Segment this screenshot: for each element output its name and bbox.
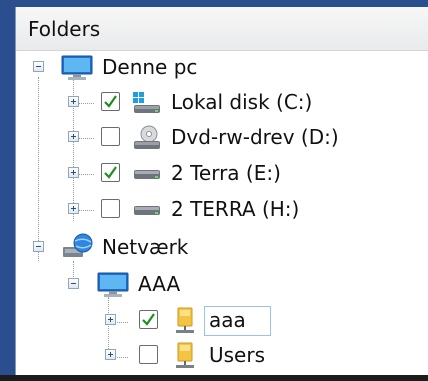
tree-line: [108, 297, 109, 357]
tree-line: [78, 138, 94, 139]
folders-header: Folders: [16, 7, 428, 51]
tree-node-label: 2 TERRA (H:): [171, 197, 300, 221]
window-bottom-edge: [0, 375, 428, 381]
expand-toggle[interactable]: [68, 203, 79, 214]
expand-toggle[interactable]: [105, 314, 116, 325]
expand-toggle[interactable]: [105, 349, 116, 360]
tree-node-label: Users: [209, 343, 266, 367]
share-aaa-checkbox[interactable]: [139, 310, 158, 329]
folders-panel: Folders Denne pc Lokal disk (C:) Dvd-rw-…: [15, 7, 428, 375]
tree-line: [78, 103, 94, 104]
tree-node-label: Denne pc: [102, 55, 198, 79]
tree-node-label: aaa: [209, 308, 246, 332]
drive-d-checkbox[interactable]: [101, 127, 120, 146]
monitor-icon: [97, 272, 129, 302]
tree-node-label: AAA: [138, 272, 181, 296]
drive-c-checkbox[interactable]: [101, 92, 120, 111]
tree-node-label: Netværk: [102, 235, 189, 259]
expand-toggle[interactable]: [68, 167, 79, 178]
windows-drive-icon: [132, 91, 162, 119]
collapse-toggle[interactable]: [33, 61, 44, 72]
dvd-drive-icon: [132, 125, 162, 155]
panel-title: Folders: [28, 17, 101, 41]
expand-toggle[interactable]: [68, 96, 79, 107]
tree-line: [114, 357, 128, 358]
tree-line: [114, 322, 128, 323]
network-folder-icon: [174, 342, 196, 374]
hard-drive-icon: [132, 166, 162, 186]
drive-h-checkbox[interactable]: [101, 199, 120, 218]
tree-line: [38, 77, 39, 261]
network-folder-icon: [174, 307, 196, 339]
collapse-toggle[interactable]: [33, 241, 44, 252]
monitor-icon: [61, 55, 93, 85]
tree-node-label: Lokal disk (C:): [171, 90, 313, 114]
tree-node-label: Dvd-rw-drev (D:): [171, 125, 339, 149]
share-users-checkbox[interactable]: [139, 345, 158, 364]
tree-line: [78, 174, 94, 175]
tree-line: [78, 210, 94, 211]
hard-drive-icon: [132, 202, 162, 222]
collapse-toggle[interactable]: [68, 278, 79, 289]
network-globe-icon: [61, 233, 95, 265]
tree-node-label: 2 Terra (E:): [171, 161, 281, 185]
drive-e-checkbox[interactable]: [101, 163, 120, 182]
expand-toggle[interactable]: [68, 131, 79, 142]
